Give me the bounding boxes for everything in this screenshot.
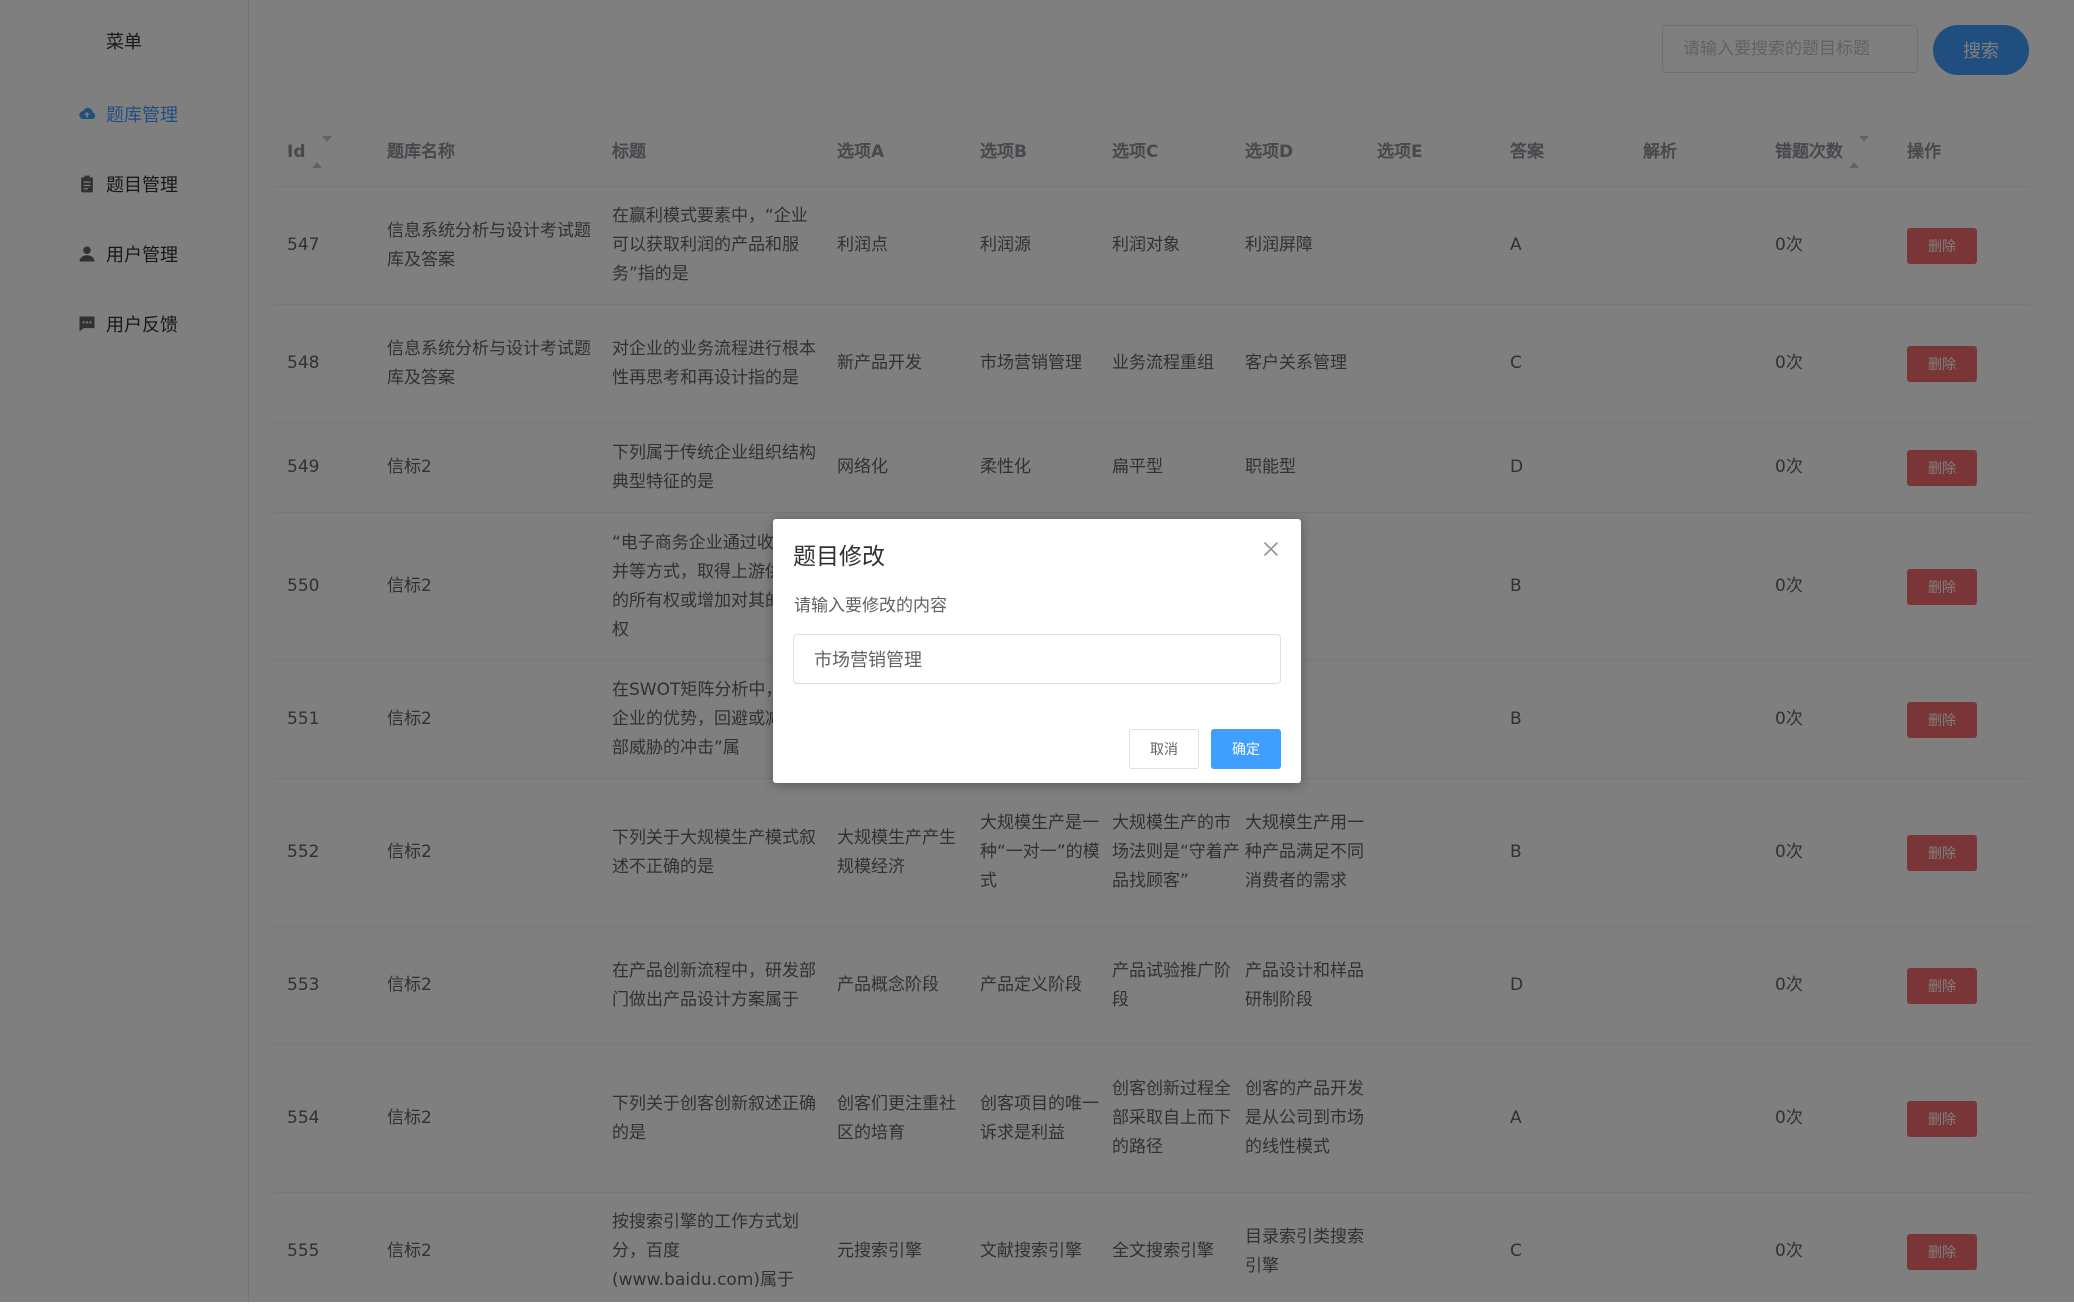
cancel-button[interactable]: 取消 (1129, 729, 1199, 769)
edit-content-input[interactable] (793, 634, 1281, 684)
close-icon[interactable] (1261, 539, 1281, 559)
dialog-title: 题目修改 (793, 544, 885, 570)
confirm-button[interactable]: 确定 (1211, 729, 1281, 769)
dialog-label: 请输入要修改的内容 (794, 596, 947, 616)
edit-dialog: 题目修改 请输入要修改的内容 取消 确定 (773, 519, 1301, 783)
